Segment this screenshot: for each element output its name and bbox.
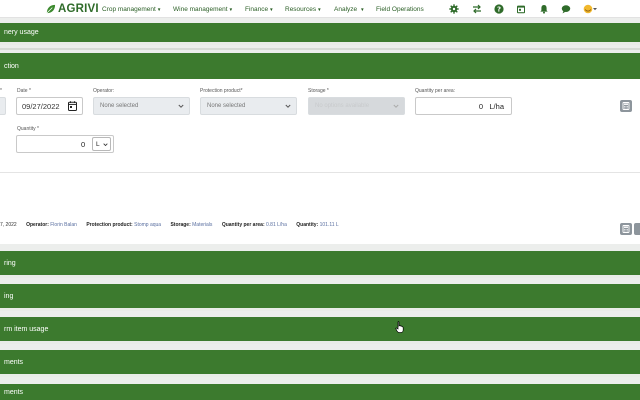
- chevron-down-icon: ▼: [269, 6, 274, 12]
- nav-finance[interactable]: Finance ▼: [245, 0, 274, 18]
- quantity-unit-select[interactable]: L: [92, 137, 111, 151]
- user-avatar-icon[interactable]: [582, 3, 600, 15]
- summary-storage: Storage: Materials: [170, 222, 213, 228]
- calendar-icon[interactable]: [515, 3, 527, 15]
- left-field-label: *: [0, 88, 2, 94]
- nav-label: Analyze: [334, 5, 358, 13]
- hand-cursor-icon: [395, 321, 404, 333]
- svg-text:?: ?: [497, 5, 501, 13]
- section-title: ing: [4, 292, 14, 300]
- calculator-button[interactable]: [620, 223, 632, 235]
- storage-label: Storage *: [308, 88, 329, 94]
- summary-quantity-per-area: Quantity per area: 0.81 L/ha: [221, 222, 287, 228]
- section-title: ments: [4, 358, 24, 366]
- chevron-down-icon: [285, 104, 291, 108]
- chevron-down-icon: ▼: [228, 6, 234, 12]
- help-icon[interactable]: ?: [493, 3, 505, 15]
- calendar-icon[interactable]: [68, 101, 77, 111]
- section-title: ments: [4, 388, 24, 396]
- protection-summary-row: 7, 2022 Operator: Florin Balan Protectio…: [0, 222, 347, 228]
- edit-button[interactable]: [634, 223, 640, 235]
- logo-text: AGRIVI: [58, 3, 99, 15]
- nav-label: Resources: [285, 5, 317, 13]
- summary-operator: Operator: Florin Balan: [26, 222, 77, 228]
- transfer-icon[interactable]: [471, 3, 483, 15]
- section-header-s3[interactable]: ring: [0, 251, 640, 278]
- quantity-per-area-value: 0: [478, 101, 483, 111]
- chevron-down-icon: [393, 104, 399, 108]
- storage-select: No options available: [308, 97, 405, 115]
- gear-icon[interactable]: [448, 3, 460, 15]
- chevron-down-icon: [103, 143, 108, 147]
- storage-value: No options available: [315, 103, 370, 109]
- nav-label: Field Operations: [376, 5, 424, 13]
- section-header-farm-item-usage[interactable]: rm item usage: [0, 317, 640, 344]
- protection-product-value: None selected: [207, 103, 246, 109]
- divider: [0, 48, 640, 50]
- quantity-value: 0: [81, 139, 86, 149]
- nav-label: Finance: [245, 5, 269, 13]
- hidden-left-select[interactable]: [0, 97, 6, 115]
- section-header-machinery-usage[interactable]: nery usage: [0, 23, 640, 45]
- form-divider: [0, 172, 640, 173]
- operator-value: None selected: [100, 103, 139, 109]
- operator-label: Operator:: [93, 88, 115, 94]
- section-header-s4[interactable]: ing: [0, 284, 640, 311]
- chevron-down-icon: [178, 104, 184, 108]
- nav-wine-management[interactable]: Wine management ▼: [173, 0, 233, 18]
- calculator-button[interactable]: [620, 100, 632, 112]
- quantity-input[interactable]: 0 L: [16, 135, 114, 153]
- section-title: ction: [4, 63, 19, 70]
- section-header-s6[interactable]: ments: [0, 350, 640, 377]
- calculator-icon: [622, 102, 630, 110]
- protection-form-panel: * Date * 09/27/2022 Operator: None selec…: [0, 79, 640, 244]
- protection-product-select[interactable]: None selected: [200, 97, 297, 115]
- section-title: ring: [4, 259, 16, 267]
- leaf-logo-icon: [46, 4, 56, 13]
- nav-label: Wine management: [173, 5, 228, 13]
- nav-analyze[interactable]: Analyze ▼: [334, 0, 365, 18]
- date-label: Date *: [17, 88, 31, 94]
- top-navbar: AGRIVI Crop management ▼ Wine management ▼…: [0, 0, 640, 18]
- bell-icon[interactable]: [538, 3, 550, 15]
- section-header-protection[interactable]: ction: [0, 53, 640, 80]
- chat-icon[interactable]: [560, 3, 572, 15]
- nav-field-operations[interactable]: Field Operations: [376, 0, 424, 18]
- section-header-s7[interactable]: ments: [0, 384, 640, 400]
- summary-date: 7, 2022: [0, 222, 17, 228]
- chevron-down-icon: ▼: [360, 6, 365, 12]
- date-input[interactable]: 09/27/2022: [16, 97, 83, 115]
- protection-product-label: Protection product*: [200, 88, 243, 94]
- quantity-unit-value: L: [96, 140, 100, 148]
- summary-quantity: Quantity: 101.11 L: [296, 222, 339, 228]
- operator-select[interactable]: None selected: [93, 97, 190, 115]
- nav-resources[interactable]: Resources ▼: [285, 0, 322, 18]
- chevron-down-icon: ▼: [156, 6, 162, 12]
- nav-label: Crop management: [102, 5, 156, 13]
- quantity-label: Quantity *: [17, 126, 39, 132]
- calculator-icon: [622, 225, 630, 233]
- quantity-per-area-unit: L/ha: [489, 101, 504, 111]
- quantity-per-area-label: Quantity per area:: [415, 88, 456, 94]
- section-title: nery usage: [4, 29, 39, 36]
- quantity-per-area-input[interactable]: 0 L/ha: [415, 97, 512, 115]
- summary-product: Protection product: Stomp aqua: [86, 222, 162, 228]
- date-value: 09/27/2022: [22, 101, 60, 111]
- section-title: rm item usage: [4, 325, 49, 333]
- chevron-down-icon: ▼: [317, 6, 322, 12]
- nav-crop-management[interactable]: Crop management ▼: [102, 0, 161, 18]
- agrivi-logo[interactable]: AGRIVI: [45, 2, 99, 16]
